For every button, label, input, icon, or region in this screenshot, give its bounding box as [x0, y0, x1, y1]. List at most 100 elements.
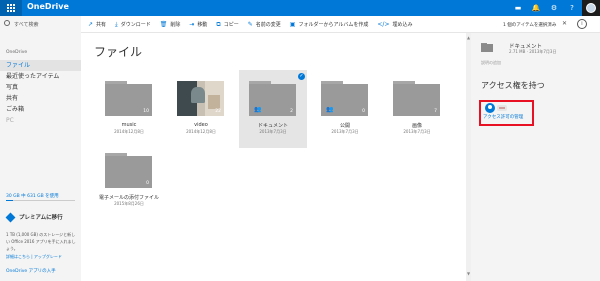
chat-icon[interactable]: ▬ [510, 0, 526, 16]
diamond-icon [5, 212, 16, 222]
avatar[interactable] [582, 0, 600, 16]
onedrive-window: OneDrive ▬ 🔔 ⚙ ? すべて検索 ↗ 共有 ⤓ ダウンロード 🗑 削除 ⇥ 移動 ⧉… [0, 0, 600, 281]
item-count: 22 [215, 109, 221, 114]
shared-icon: 👥 [254, 106, 262, 113]
file-date: 2013年7月3日 [331, 129, 359, 134]
command-label: 名前の変更 [255, 22, 281, 28]
sidebar-item-4[interactable]: ごみ箱 [0, 104, 81, 115]
details-pane: ドキュメント 2.71 MB · 2013年7月3日 説明の追加 アクセス権を持… [471, 33, 600, 281]
command-album-button[interactable]: ▣ フォルダーからアルバムを作成 [290, 21, 369, 28]
command-label: 共有 [96, 22, 107, 28]
file-name[interactable]: video [167, 122, 235, 128]
command-label: 移動 [197, 22, 208, 28]
command-label: 削除 [170, 22, 181, 28]
access-heading: アクセス権を持つ [481, 81, 545, 90]
file-name[interactable]: 画像 [383, 122, 451, 129]
premium-promo: プレミアムに移行 1 TB (1,000 GB) のストレージと新しい Offi… [5, 212, 78, 260]
command-embed-button[interactable]: </> 埋め込み [377, 21, 412, 28]
file-date: 2014年12月8日 [186, 129, 216, 134]
file-name[interactable]: 公開 [311, 122, 379, 129]
premium-description: 1 TB (1,000 GB) のストレージと新しい Office 2016 ア… [6, 232, 76, 251]
sidebar-item-1[interactable]: 最近使ったアイテム [0, 71, 81, 82]
user-avatar-icon[interactable] [485, 103, 495, 113]
sidebar-title: OneDrive [6, 50, 28, 55]
folder-icon: 👥 0 [321, 81, 368, 116]
file-tile[interactable]: 0 電子メールの添付ファイル 2015年8月26日 [95, 142, 163, 220]
folder-icon: 7 [393, 81, 440, 116]
search-placeholder: すべて検索 [14, 22, 39, 28]
sidebar-item-2[interactable]: 写真 [0, 82, 81, 93]
manage-access-link[interactable]: アクセス許可の管理 [483, 114, 523, 120]
file-tile[interactable]: 👥 2 ✓ ドキュメント 2013年7月3日 [239, 70, 307, 148]
copy-icon: ⧉ [216, 20, 221, 28]
info-icon[interactable]: i [577, 19, 587, 29]
command-copy-button[interactable]: ⧉ コピー [216, 21, 238, 29]
command-delete-button[interactable]: 🗑 削除 [160, 21, 181, 28]
file-name[interactable]: 電子メールの添付ファイル [95, 194, 163, 201]
access-badge [497, 105, 507, 111]
folder-icon: 👥 2 [249, 81, 296, 116]
item-count: 7 [434, 109, 437, 114]
command-label: フォルダーからアルバムを作成 [298, 22, 369, 28]
file-tile[interactable]: 7 画像 2013年7月3日 [383, 70, 451, 148]
move-icon: ⇥ [189, 21, 195, 28]
file-date: 2015年8月26日 [114, 201, 144, 206]
add-description-field[interactable]: 説明の追加 [481, 60, 501, 66]
album-icon: ▣ [289, 21, 296, 28]
sidebar-nav: ファイル 最近使ったアイテム 写真 共有 ごみ箱 PC [0, 60, 81, 126]
checkmark-icon[interactable]: ✓ [298, 73, 305, 80]
file-date: 2013年7月3日 [403, 129, 431, 134]
top-bar: OneDrive ▬ 🔔 ⚙ ? [0, 0, 600, 16]
clear-selection-icon[interactable]: ✕ [562, 20, 567, 27]
gear-icon[interactable]: ⚙ [546, 0, 562, 16]
file-tile[interactable]: 10 music 2014年12月8日 [95, 70, 163, 148]
storage-quota-link[interactable]: 30 GB 中 631 GB を使用 [6, 193, 59, 199]
details-item-meta: 2.71 MB · 2013年7月3日 [509, 49, 557, 54]
bell-icon[interactable]: 🔔 [528, 0, 544, 16]
premium-link[interactable]: 詳細はこちら | アップグレード [6, 254, 78, 260]
avatar-image [586, 3, 596, 13]
sidebar-item-5[interactable]: PC [0, 115, 81, 126]
file-name[interactable]: music [95, 122, 163, 128]
sidebar-item-0[interactable]: ファイル [0, 60, 81, 71]
storage-quota-fill [6, 200, 13, 201]
folder-icon: 0 [105, 153, 152, 188]
photo-thumbnail: 22 [177, 81, 224, 116]
download-icon: ⤓ [115, 20, 118, 28]
search-icon [4, 20, 10, 26]
embed-icon: </> [377, 21, 390, 28]
sidebar: OneDrive ファイル 最近使ったアイテム 写真 共有 ごみ箱 PC 30 GB 中 … [0, 33, 81, 281]
delete-icon: 🗑 [159, 21, 168, 28]
item-count: 0 [362, 109, 365, 114]
file-name[interactable]: ドキュメント [239, 122, 307, 129]
app-title[interactable]: OneDrive [27, 2, 69, 11]
page-title: ファイル [94, 45, 143, 59]
command-list: ↗ 共有 ⤓ ダウンロード 🗑 削除 ⇥ 移動 ⧉ コピー ✎ 名前の変更 ▣ フォルダーからアルバムを作… [88, 16, 421, 33]
command-rename-button[interactable]: ✎ 名前の変更 [248, 21, 281, 28]
file-date: 2014年12月8日 [114, 129, 144, 134]
command-label: ダウンロード [120, 22, 151, 28]
folder-icon [481, 43, 493, 52]
file-tile[interactable]: 👥 0 公開 2013年7月3日 [311, 70, 379, 148]
shared-icon: 👥 [326, 106, 334, 113]
item-count: 2 [290, 109, 293, 114]
folder-icon: 10 [105, 81, 152, 116]
item-count: 0 [146, 181, 149, 186]
file-tile[interactable]: 22 video 2014年12月8日 [167, 70, 235, 148]
selection-status: 1 個のアイテムを選択済み [503, 23, 557, 28]
storage-quota-bar [6, 200, 75, 201]
command-label: 埋め込み [392, 22, 413, 28]
command-move-button[interactable]: ⇥ 移動 [189, 21, 207, 28]
share-icon: ↗ [88, 21, 94, 28]
premium-title: プレミアムに移行 [19, 215, 63, 221]
command-bar: すべて検索 ↗ 共有 ⤓ ダウンロード 🗑 削除 ⇥ 移動 ⧉ コピー ✎ 名前の変更 ▣ フォルダーから… [0, 16, 600, 33]
command-share-button[interactable]: ↗ 共有 [88, 21, 106, 28]
help-icon[interactable]: ? [564, 0, 580, 16]
search-input[interactable]: すべて検索 [0, 16, 81, 33]
item-count: 10 [143, 109, 149, 114]
command-download-button[interactable]: ⤓ ダウンロード [115, 21, 151, 29]
app-launcher-icon[interactable] [0, 0, 22, 16]
main-content: ファイル 10 music 2014年12月8日 22 video 2014年12月8日 👥… [81, 33, 471, 281]
get-apps-link[interactable]: OneDrive アプリの入手 [6, 268, 56, 274]
sidebar-item-3[interactable]: 共有 [0, 93, 81, 104]
